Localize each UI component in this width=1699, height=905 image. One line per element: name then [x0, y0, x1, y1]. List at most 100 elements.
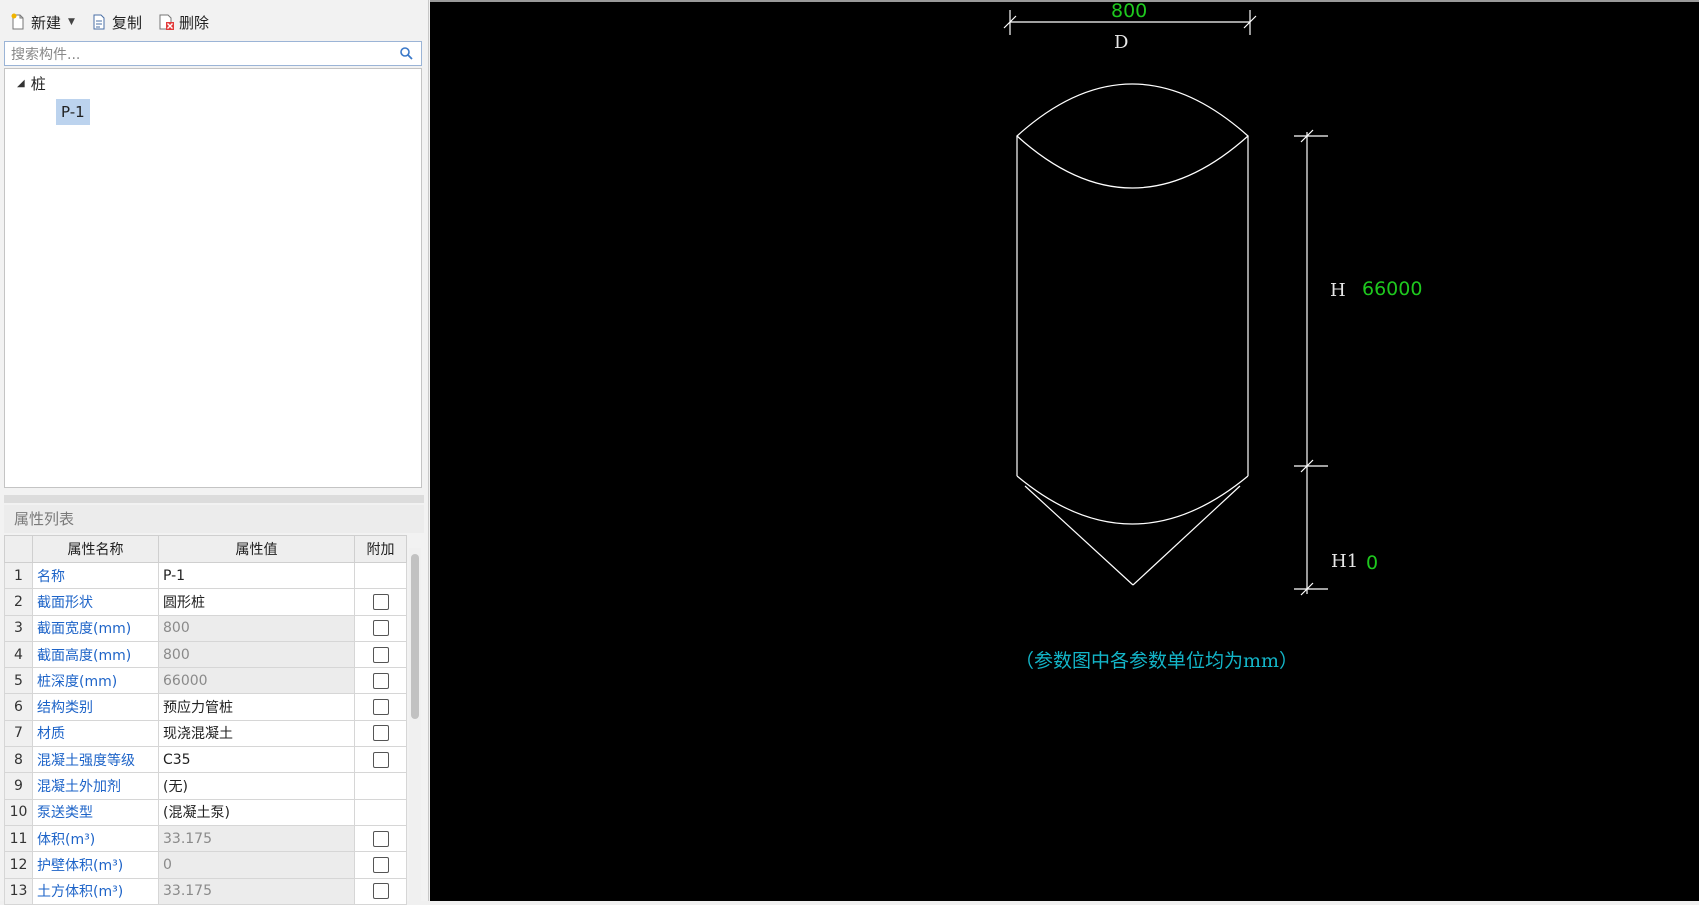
column-header-name: 属性名称 — [32, 535, 159, 563]
width-label: D — [1114, 32, 1128, 53]
property-row[interactable]: 11 体积(m³) 33.175 — [4, 824, 407, 853]
component-tree: ◢ 桩 P-1 — [4, 68, 422, 488]
tip-height-value: 0 — [1366, 552, 1378, 574]
property-name: 截面宽度(mm) — [32, 614, 159, 642]
property-name: 名称 — [32, 561, 159, 590]
search-icon[interactable] — [399, 46, 413, 64]
row-index: 9 — [4, 772, 33, 800]
extra-cell — [354, 746, 407, 774]
new-button-label: 新建 — [31, 13, 62, 32]
property-value[interactable]: (混凝土泵) — [158, 798, 355, 826]
pile-parameter-diagram: 800 D H 66000 H1 0 （参数图中各参数单位均为mm） — [1003, 2, 1422, 672]
tree-node-pile[interactable]: ◢ 桩 — [17, 73, 46, 94]
extra-checkbox[interactable] — [372, 672, 389, 689]
row-index: 2 — [4, 588, 33, 616]
height-value: 66000 — [1362, 278, 1422, 300]
row-index: 10 — [4, 798, 33, 826]
new-button[interactable]: 新建 ▼ — [10, 12, 75, 33]
property-row[interactable]: 7 材质 现浇混凝土 — [4, 719, 407, 748]
extra-checkbox[interactable] — [372, 699, 389, 716]
property-row[interactable]: 6 结构类别 预应力管桩 — [4, 693, 407, 721]
property-row[interactable]: 3 截面宽度(mm) 800 — [4, 614, 407, 642]
extra-cell — [354, 877, 407, 905]
delete-button-label: 删除 — [178, 13, 209, 32]
property-value: 33.175 — [158, 824, 355, 853]
property-name: 桩深度(mm) — [32, 667, 159, 695]
property-name: 土方体积(m³) — [32, 877, 159, 905]
property-row[interactable]: 4 截面高度(mm) 800 — [4, 640, 407, 669]
property-value: 800 — [158, 614, 355, 642]
extra-cell — [354, 798, 407, 826]
parameter-drawing-canvas: 800 D H 66000 H1 0 （参数图中各参数单位均为mm） — [430, 0, 1699, 901]
scrollbar-thumb[interactable] — [411, 554, 419, 719]
property-table-header: 属性名称 属性值 附加 — [4, 535, 407, 563]
property-value[interactable]: C35 — [158, 746, 355, 774]
property-name: 混凝土强度等级 — [32, 746, 159, 774]
property-row[interactable]: 10 泵送类型 (混凝土泵) — [4, 798, 407, 826]
column-header-value: 属性值 — [158, 535, 355, 563]
extra-checkbox[interactable] — [372, 725, 389, 742]
property-value[interactable]: 预应力管桩 — [158, 693, 355, 721]
property-scrollbar[interactable] — [409, 548, 421, 901]
row-index: 6 — [4, 693, 33, 721]
extra-cell — [354, 614, 407, 642]
extra-cell — [354, 851, 407, 879]
extra-cell — [354, 667, 407, 695]
extra-checkbox[interactable] — [372, 620, 389, 637]
property-row[interactable]: 9 混凝土外加剂 (无) — [4, 772, 407, 800]
property-value[interactable]: (无) — [158, 772, 355, 800]
property-value[interactable]: P-1 — [158, 561, 355, 590]
property-name: 截面形状 — [32, 588, 159, 616]
extra-checkbox[interactable] — [372, 646, 389, 663]
extra-cell — [354, 824, 407, 853]
left-panel: 新建 ▼ 复制 删除 ◢ 桩 P-1 属性列表 — [0, 0, 429, 905]
extra-cell — [354, 561, 407, 590]
property-name: 泵送类型 — [32, 798, 159, 826]
panel-splitter[interactable] — [4, 495, 424, 503]
property-row[interactable]: 5 桩深度(mm) 66000 — [4, 667, 407, 695]
delete-button[interactable]: 删除 — [158, 12, 209, 33]
property-value: 0 — [158, 851, 355, 879]
units-note: （参数图中各参数单位均为mm） — [1015, 650, 1298, 672]
row-index: 1 — [4, 561, 33, 590]
property-row[interactable]: 1 名称 P-1 — [4, 561, 407, 590]
extra-checkbox[interactable] — [372, 830, 389, 847]
copy-icon — [91, 13, 107, 31]
cylinder-bottom-arc — [1016, 475, 1249, 525]
chevron-down-icon[interactable]: ▼ — [68, 17, 75, 27]
property-row[interactable]: 12 护壁体积(m³) 0 — [4, 851, 407, 879]
extra-checkbox[interactable] — [372, 593, 389, 610]
property-name: 混凝土外加剂 — [32, 772, 159, 800]
collapse-triangle-icon[interactable]: ◢ — [17, 78, 25, 89]
extra-checkbox[interactable] — [372, 856, 389, 873]
extra-checkbox[interactable] — [372, 883, 389, 900]
property-name: 截面高度(mm) — [32, 640, 159, 669]
height-label: H — [1330, 280, 1346, 301]
property-value[interactable]: 现浇混凝土 — [158, 719, 355, 748]
tip-height-label: H1 — [1331, 551, 1358, 572]
search-box — [4, 41, 422, 66]
column-header-index — [4, 535, 33, 563]
new-file-icon — [10, 13, 26, 31]
toolbar: 新建 ▼ 复制 删除 — [4, 6, 209, 38]
property-row[interactable]: 8 混凝土强度等级 C35 — [4, 746, 407, 774]
row-index: 11 — [4, 824, 33, 853]
property-name: 材质 — [32, 719, 159, 748]
tree-node-p1[interactable]: P-1 — [56, 99, 90, 125]
property-row[interactable]: 2 截面形状 圆形桩 — [4, 588, 407, 616]
copy-button[interactable]: 复制 — [91, 12, 142, 33]
tree-node-label: 桩 — [30, 75, 46, 93]
search-input[interactable] — [9, 43, 393, 66]
extra-cell — [354, 772, 407, 800]
cylinder-top-ellipse — [1016, 83, 1249, 189]
property-name: 体积(m³) — [32, 824, 159, 853]
property-row[interactable]: 13 土方体积(m³) 33.175 — [4, 877, 407, 905]
property-table: 属性名称 属性值 附加 1 名称 P-1 2 截面形状 圆形桩 3 截面宽度(mm) 800 4 截… — [4, 535, 407, 905]
property-list-title: 属性列表 — [4, 505, 424, 533]
extra-cell — [354, 640, 407, 669]
extra-cell — [354, 588, 407, 616]
row-index: 8 — [4, 746, 33, 774]
property-value: 33.175 — [158, 877, 355, 905]
extra-checkbox[interactable] — [372, 751, 389, 768]
property-value[interactable]: 圆形桩 — [158, 588, 355, 616]
